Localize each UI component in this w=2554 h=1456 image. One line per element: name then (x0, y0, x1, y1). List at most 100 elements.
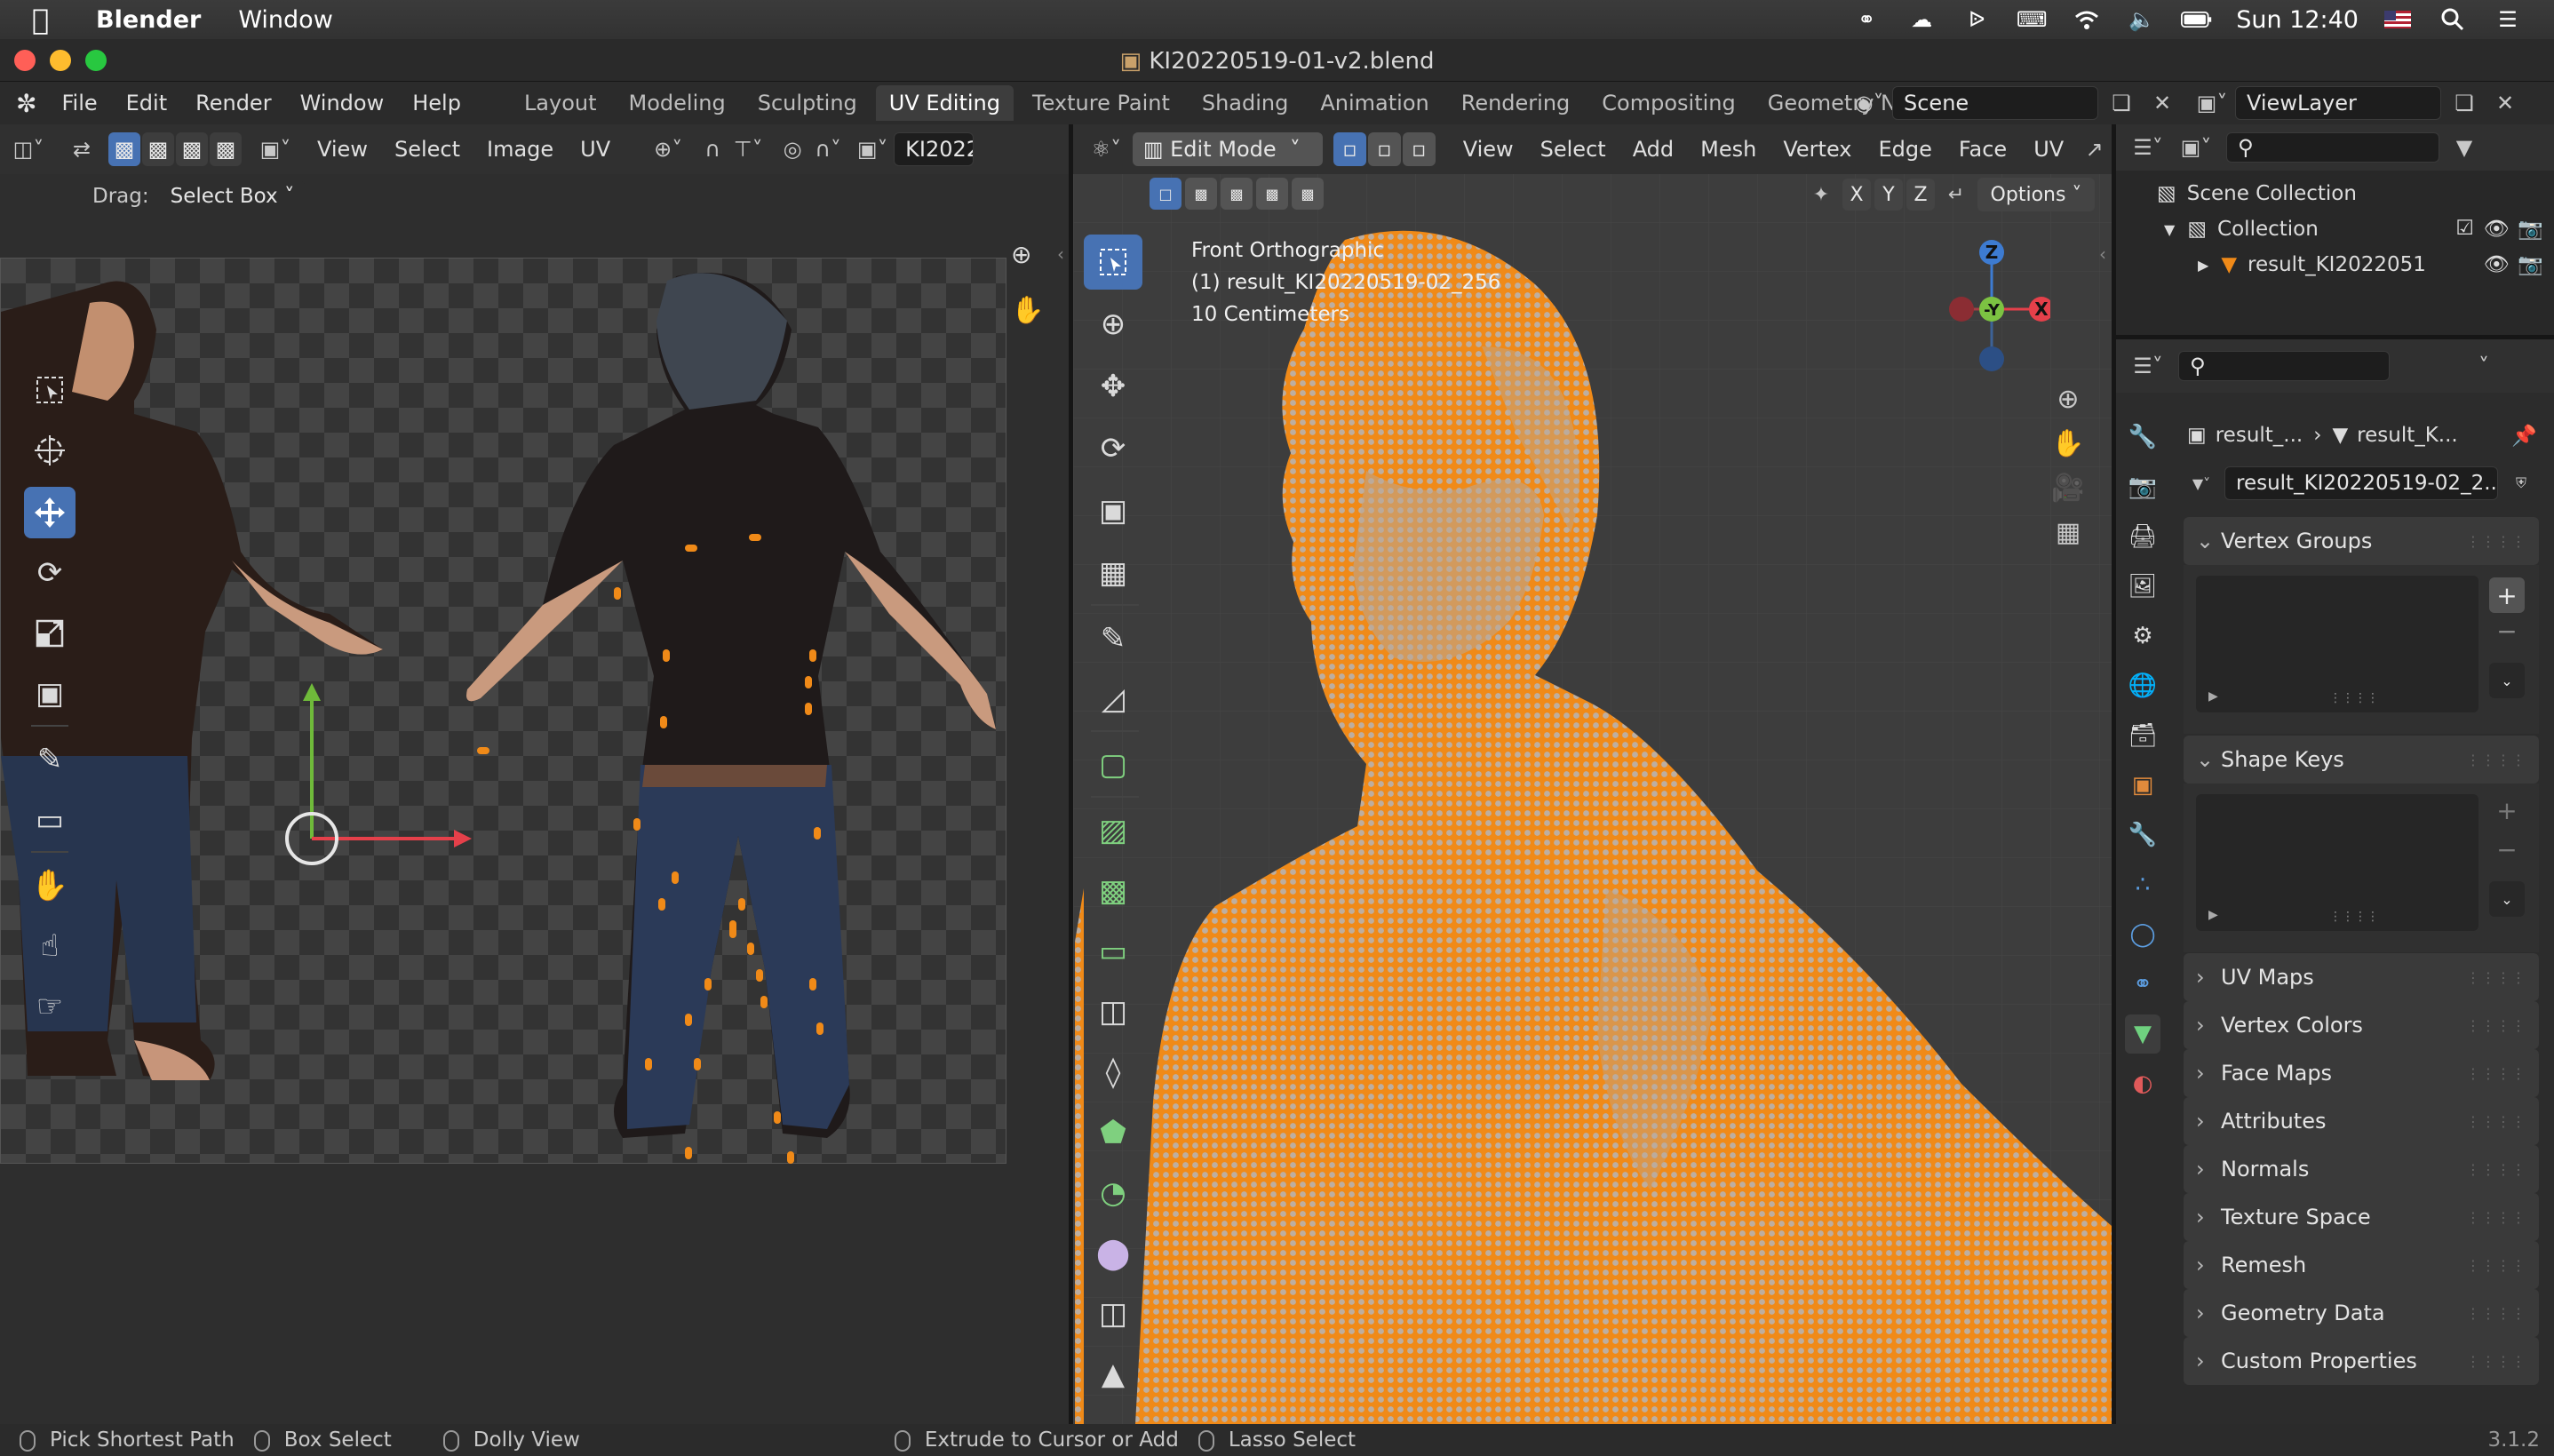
drag-grip-icon[interactable]: ⋮⋮⋮⋮ (2466, 533, 2526, 550)
pinch-tool-icon[interactable]: ☞ (24, 981, 76, 1032)
tab-texture-paint[interactable]: Texture Paint (1019, 85, 1183, 121)
volume-icon[interactable]: 🔈 (2126, 7, 2158, 32)
list-expand-icon[interactable]: ▶ (2208, 908, 2218, 922)
texture-space-panel[interactable]: › Texture Space ⋮⋮⋮⋮ (2184, 1193, 2539, 1241)
vp-sidebar-toggle-icon[interactable]: ‹ (2099, 243, 2106, 265)
constraints-tab-icon[interactable]: ⚭ (2125, 965, 2160, 1004)
fake-user-shield-icon[interactable]: ⛨ (2503, 466, 2539, 500)
editor-type-uv-icon[interactable]: ◫˅ (11, 132, 46, 166)
editor-type-properties-icon[interactable]: ☰˅ (2130, 349, 2166, 383)
collection-row[interactable]: ▼ ▧ Collection ☑ 👁 📷 (2116, 211, 2554, 247)
vp-poly-build-tool-icon[interactable]: ⬟ (1084, 1107, 1142, 1158)
control-center-icon[interactable]: ☰ (2492, 7, 2524, 32)
island-select-mode-button[interactable]: ▩ (210, 132, 242, 166)
visibility-eye-icon[interactable]: 👁 (2484, 217, 2510, 241)
clock[interactable]: Sun 12:40 (2236, 6, 2359, 34)
list-resize-grip-icon[interactable]: ⋮⋮⋮⋮ (2329, 691, 2379, 705)
vp-transform-tool-icon[interactable]: ▦ (1084, 547, 1142, 599)
vp-loop-cut-tool-icon[interactable]: ◫ (1084, 986, 1142, 1038)
face-mode-button[interactable]: ▫ (1402, 132, 1436, 166)
face-select-mode-button[interactable]: ▩ (176, 132, 208, 166)
apple-icon[interactable]:  (32, 3, 68, 36)
select-invert-button[interactable]: ▩ (1256, 178, 1288, 210)
axis-y-toggle[interactable]: Y (1874, 179, 1903, 211)
vp-menu-vertex[interactable]: Vertex (1770, 137, 1865, 162)
vp-select-box-tool-icon[interactable] (1084, 235, 1142, 290)
transform-tool-icon[interactable]: ▣ (24, 668, 76, 720)
vp-edge-slide-tool-icon[interactable]: ◫ (1084, 1288, 1142, 1340)
spotlight-search-icon[interactable] (2437, 8, 2469, 31)
bluetooth-icon[interactable]: ᐉ (1961, 7, 1993, 32)
proportional-edit-icon[interactable]: ◎ (775, 132, 810, 166)
drag-grip-icon[interactable]: ⋮⋮⋮⋮ (2466, 1305, 2526, 1322)
mode-dropdown[interactable]: ▥ Edit Mode ˅ (1132, 132, 1324, 166)
object-visibility-eye-icon[interactable]: 👁 (2484, 252, 2510, 276)
vp-move-tool-icon[interactable]: ✥ (1084, 361, 1142, 412)
menu-file[interactable]: File (47, 91, 111, 115)
shape-key-specials-button[interactable]: ⌄ (2489, 881, 2525, 917)
remove-vertex-group-button[interactable]: − (2489, 617, 2525, 648)
breadcrumb-object[interactable]: result_... (2216, 424, 2303, 447)
delete-view-layer-icon[interactable]: ✕ (2487, 86, 2523, 120)
list-resize-grip-icon[interactable]: ⋮⋮⋮⋮ (2329, 910, 2379, 924)
uv-maps-panel[interactable]: › UV Maps ⋮⋮⋮⋮ (2184, 953, 2539, 1001)
vp-measure-tool-icon[interactable]: ◿ (1084, 673, 1142, 725)
tab-compositing[interactable]: Compositing (1588, 85, 1748, 121)
object-render-camera-icon[interactable]: 📷 (2518, 252, 2543, 276)
add-vertex-group-button[interactable]: + (2489, 577, 2525, 613)
wifi-icon[interactable] (2071, 8, 2103, 31)
output-tab-icon[interactable]: 🖨 (2125, 517, 2160, 556)
vp-pan-icon[interactable]: ✋ (2050, 426, 2086, 460)
select-subtract-button[interactable]: ▩ (1221, 178, 1253, 210)
app-menu-blender[interactable]: Blender (96, 6, 201, 34)
vp-annotate-tool-icon[interactable]: ✎ (1084, 613, 1142, 664)
editor-type-outliner-icon[interactable]: ☰˅ (2130, 131, 2166, 164)
mirror-icon[interactable]: ✦ (1803, 178, 1839, 211)
drag-grip-icon[interactable]: ⋮⋮⋮⋮ (2466, 969, 2526, 986)
view-layer-icon[interactable]: ▣˅ (2194, 86, 2230, 120)
move-tool-icon[interactable] (24, 487, 76, 538)
vp-bevel-tool-icon[interactable]: ▭ (1084, 926, 1142, 977)
edge-select-mode-button[interactable]: ▩ (142, 132, 174, 166)
editor-type-3d-icon[interactable]: ⚛˅ (1089, 132, 1124, 166)
falloff-icon[interactable]: ∩˅ (810, 132, 846, 166)
relax-tool-icon[interactable]: ☝ (24, 920, 76, 972)
drag-select-box-dropdown[interactable]: Select Box ˅ (159, 180, 306, 212)
keyboard-icon[interactable]: ⌨ (2016, 7, 2048, 32)
attributes-panel[interactable]: › Attributes ⋮⋮⋮⋮ (2184, 1097, 2539, 1145)
zoom-view-icon[interactable]: ⊕ (1011, 240, 1031, 269)
material-tab-icon[interactable]: ◐ (2125, 1064, 2160, 1103)
vp-menu-select[interactable]: Select (1527, 137, 1619, 162)
vp-inset-tool-icon[interactable]: ▩ (1084, 865, 1142, 917)
snap-target-icon[interactable]: ⊤˅ (730, 132, 766, 166)
shape-keys-header[interactable]: ⌄ Shape Keys ⋮⋮⋮⋮ (2184, 736, 2539, 784)
blender-logo-icon[interactable]: ✼ (16, 89, 36, 118)
vp-shrink-tool-icon[interactable]: ▲ (1084, 1349, 1142, 1400)
scene-field[interactable]: Scene (1892, 86, 2098, 120)
collection-tab-icon[interactable]: 🗃 (2125, 716, 2160, 755)
rip-region-tool-icon[interactable]: ▭ (24, 794, 76, 846)
world-tab-icon[interactable]: 🌐 (2125, 666, 2160, 705)
image-browse-icon[interactable]: ▣˅ (855, 132, 890, 166)
tab-layout[interactable]: Layout (511, 85, 610, 121)
vp-menu-face[interactable]: Face (1945, 137, 2020, 162)
sync-selection-icon[interactable]: ⇄ (64, 132, 99, 166)
vp-knife-tool-icon[interactable]: ◊ (1084, 1046, 1142, 1098)
vertex-select-mode-button[interactable]: ▩ (108, 132, 140, 166)
outliner-search-field[interactable]: ⚲ (2226, 132, 2439, 163)
transform-orientation-icon[interactable]: ↗ (2077, 132, 2112, 166)
drag-grip-icon[interactable]: ⋮⋮⋮⋮ (2466, 1209, 2526, 1226)
uv-menu-uv[interactable]: UV (567, 137, 624, 162)
properties-search-field[interactable]: ⚲ (2178, 351, 2390, 381)
menu-window[interactable]: Window (238, 6, 332, 34)
drag-grip-icon[interactable]: ⋮⋮⋮⋮ (2466, 1257, 2526, 1274)
custom-properties-panel[interactable]: › Custom Properties ⋮⋮⋮⋮ (2184, 1337, 2539, 1385)
vp-menu-view[interactable]: View (1450, 137, 1527, 162)
axis-x-toggle[interactable]: X (1842, 179, 1871, 211)
mesh-name-field[interactable]: result_KI20220519-02_2... (2224, 466, 2498, 500)
mesh-browse-icon[interactable]: ▼˅ (2184, 466, 2219, 500)
scene-selector-icon[interactable]: ◉˅ (1851, 86, 1887, 120)
axis-z-toggle[interactable]: Z (1906, 179, 1935, 211)
remove-shape-key-button[interactable]: − (2489, 835, 2525, 867)
tab-modeling[interactable]: Modeling (616, 85, 739, 121)
